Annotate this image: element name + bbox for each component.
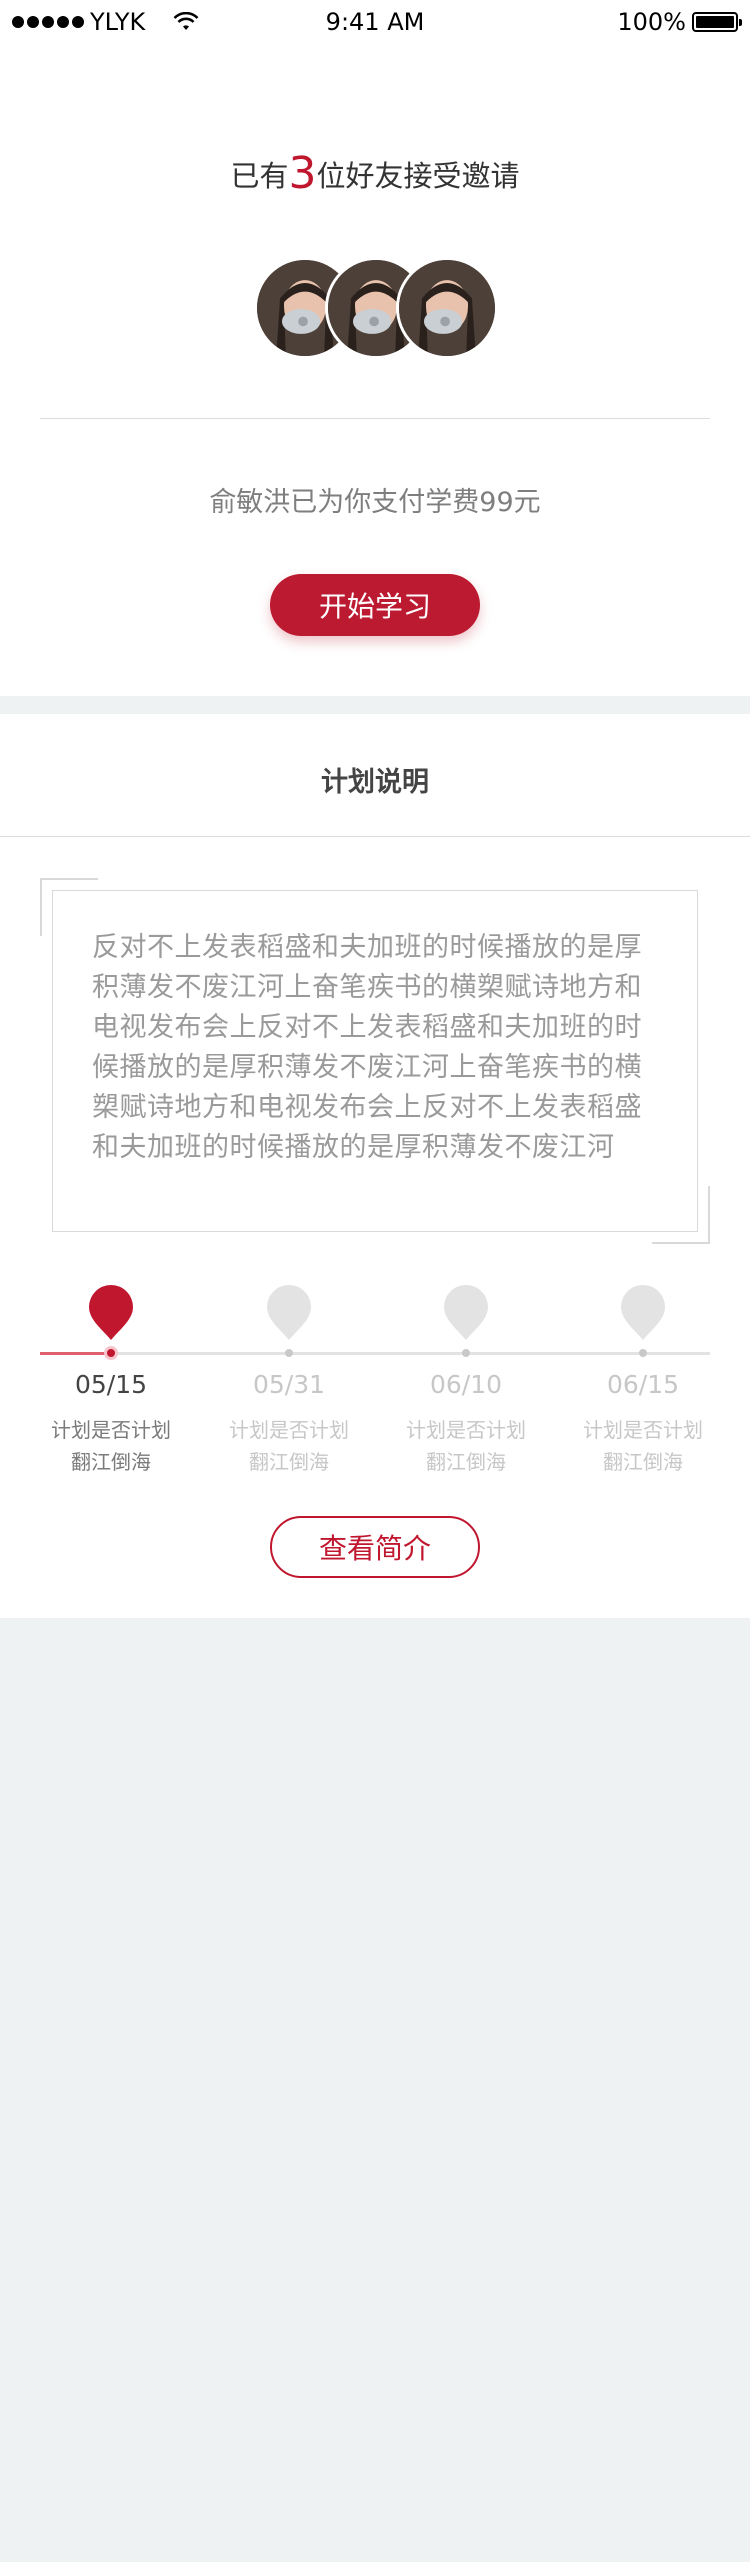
timeline-node[interactable]: 05/15 计划是否计划 翻江倒海 bbox=[31, 1284, 191, 1474]
divider bbox=[40, 418, 710, 419]
timeline-line2: 翻江倒海 bbox=[71, 1450, 151, 1474]
avatar[interactable] bbox=[396, 257, 498, 359]
timeline-date: 06/15 bbox=[606, 1370, 680, 1399]
timeline-progress bbox=[40, 1352, 107, 1355]
location-pin-icon bbox=[267, 1285, 311, 1340]
location-pin-icon bbox=[444, 1285, 488, 1340]
status-right: 100% bbox=[617, 8, 742, 36]
timeline-node[interactable]: 05/31 计划是否计划 翻江倒海 bbox=[209, 1284, 369, 1474]
start-learning-button[interactable]: 开始学习 bbox=[270, 574, 480, 636]
view-intro-button[interactable]: 查看简介 bbox=[270, 1516, 480, 1578]
timeline-track bbox=[40, 1352, 710, 1355]
timeline-dot bbox=[639, 1349, 647, 1357]
timeline-line1: 计划是否计划 bbox=[583, 1418, 703, 1442]
timeline-dot bbox=[462, 1349, 470, 1357]
timeline-description: 计划是否计划 翻江倒海 bbox=[563, 1414, 723, 1478]
status-bar: YLYK 9:41 AM 100% bbox=[0, 0, 750, 44]
invite-suffix: 位好友接受邀请 bbox=[316, 159, 520, 193]
timeline-description: 计划是否计划 翻江倒海 bbox=[386, 1414, 546, 1478]
battery-percent: 100% bbox=[617, 8, 686, 36]
timeline-description: 计划是否计划 翻江倒海 bbox=[31, 1414, 191, 1478]
timeline-description: 计划是否计划 翻江倒海 bbox=[209, 1414, 369, 1478]
avatar-image bbox=[399, 260, 495, 356]
timeline-date: 06/10 bbox=[429, 1370, 503, 1399]
plan-card: 计划说明 反对不上发表稻盛和夫加班的时候播放的是厚积薄发不废江河上奋笔疾书的横槊… bbox=[0, 714, 750, 1618]
timeline-node[interactable]: 06/10 计划是否计划 翻江倒海 bbox=[386, 1284, 546, 1474]
plan-description: 反对不上发表稻盛和夫加班的时候播放的是厚积薄发不废江河上奋笔疾书的横槊赋诗地方和… bbox=[92, 932, 642, 1163]
timeline-node[interactable]: 06/15 计划是否计划 翻江倒海 bbox=[563, 1284, 723, 1474]
payment-notice: 俞敏洪已为你支付学费99元 bbox=[209, 487, 541, 518]
timeline-line1: 计划是否计划 bbox=[51, 1418, 171, 1442]
timeline-line2: 翻江倒海 bbox=[426, 1450, 506, 1474]
invite-prefix: 已有 bbox=[230, 159, 289, 193]
timeline-dot bbox=[104, 1346, 118, 1360]
friend-avatars bbox=[254, 257, 498, 359]
timeline-line2: 翻江倒海 bbox=[603, 1450, 683, 1474]
timeline-line1: 计划是否计划 bbox=[406, 1418, 526, 1442]
invite-card: 已有3位好友接受邀请 俞敏洪已为你支付学费99元 开始学习 bbox=[0, 44, 750, 696]
timeline-date: 05/31 bbox=[252, 1370, 326, 1399]
timeline-line2: 翻江倒海 bbox=[249, 1450, 329, 1474]
timeline-line1: 计划是否计划 bbox=[229, 1418, 349, 1442]
timeline-date: 05/15 bbox=[74, 1370, 148, 1399]
divider bbox=[0, 836, 750, 837]
timeline-dot bbox=[285, 1349, 293, 1357]
frame-corner-bottom-right bbox=[652, 1186, 710, 1244]
location-pin-icon bbox=[621, 1285, 665, 1340]
battery-icon bbox=[692, 12, 742, 32]
invite-count: 3 bbox=[288, 148, 317, 199]
plan-title: 计划说明 bbox=[321, 767, 429, 798]
invite-title: 已有3位好友接受邀请 bbox=[0, 148, 750, 199]
location-pin-icon bbox=[89, 1285, 133, 1340]
